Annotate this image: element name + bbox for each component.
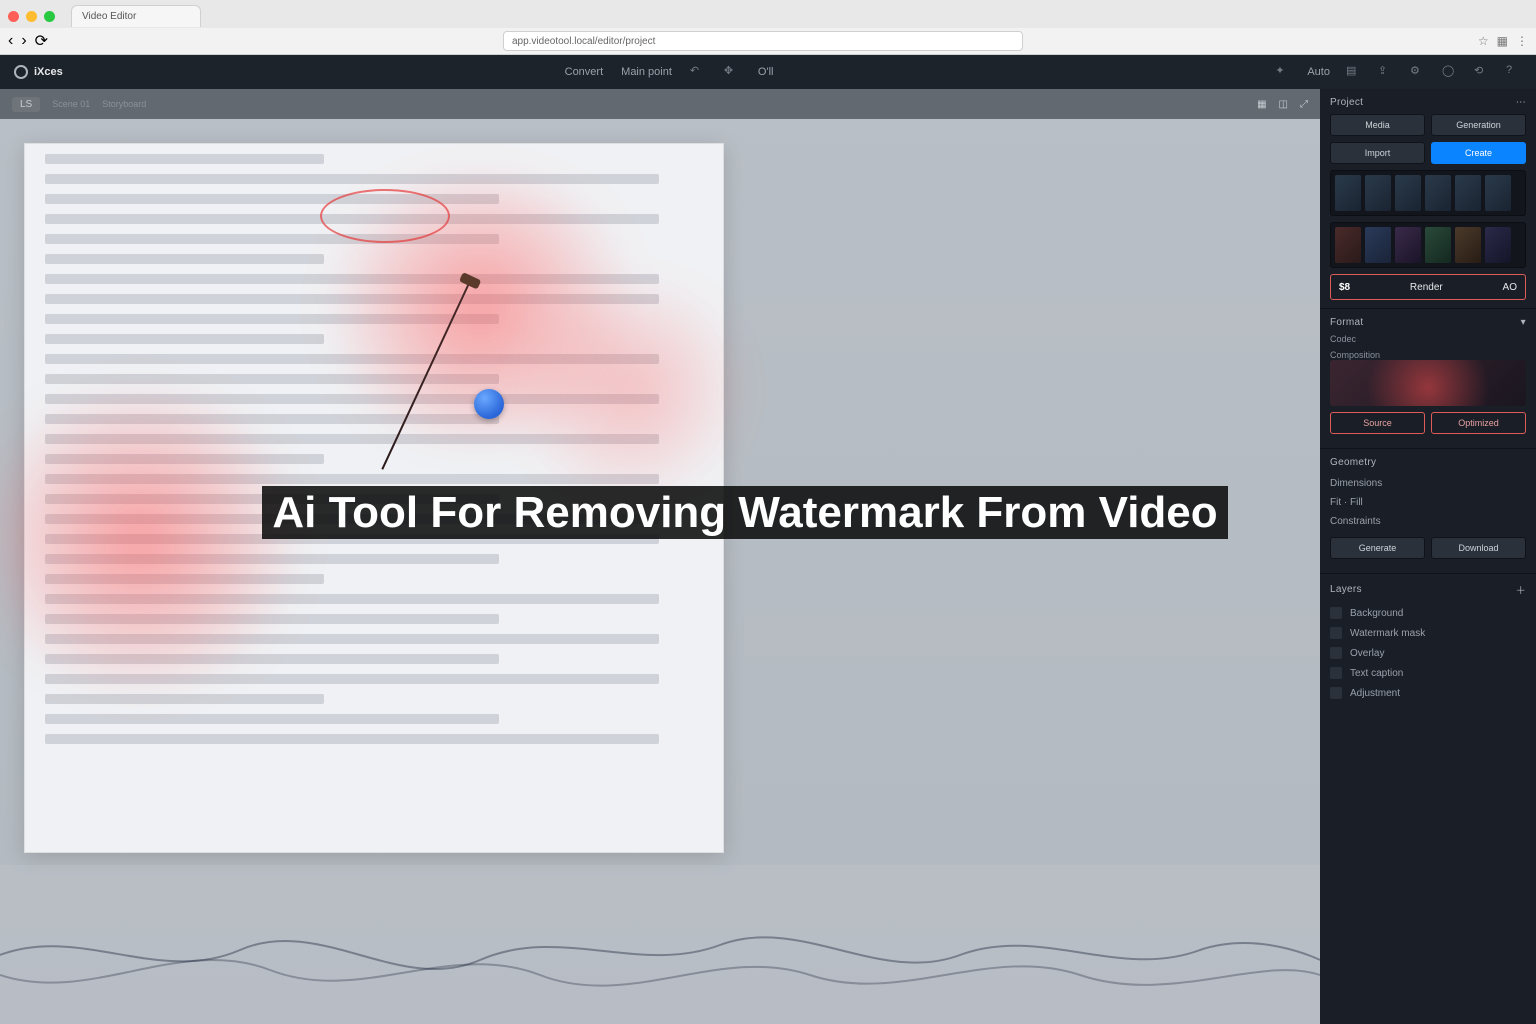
render-cost[interactable]: $8 Render AO xyxy=(1330,274,1526,300)
panel-project-title: Project xyxy=(1330,97,1363,108)
back-icon[interactable]: ‹ xyxy=(8,32,13,50)
render-cost-amount: $8 xyxy=(1339,282,1350,293)
address-text: app.videotool.local/editor/project xyxy=(512,36,655,47)
menu-icon[interactable]: ⋮ xyxy=(1516,34,1528,48)
render-cost-action: AO xyxy=(1503,282,1517,293)
browser-tab-title: Video Editor xyxy=(82,11,136,22)
layer-item[interactable]: Overlay xyxy=(1330,643,1526,663)
layer-item[interactable]: Adjustment xyxy=(1330,683,1526,703)
share-icon[interactable]: ⇪ xyxy=(1378,64,1394,80)
app-topbar: iXces Convert Main point ↶ ✥ O'll ✦ Auto… xyxy=(0,55,1536,89)
browser-toolbar: ‹ › ⟳ app.videotool.local/editor/project… xyxy=(0,28,1536,54)
create-button[interactable]: Create xyxy=(1431,142,1526,164)
panel-geometry: Geometry Dimensions Fit · Fill Constrain… xyxy=(1320,449,1536,574)
undo-icon[interactable]: ↶ xyxy=(690,64,706,80)
side-panel: Project ⋯ Media Generation Import Create xyxy=(1320,89,1536,1024)
panel-format: Format ▾ Codec Composition Source Optimi… xyxy=(1320,309,1536,449)
settings-icon[interactable]: ⚙ xyxy=(1410,64,1426,80)
panel-geometry-title: Geometry xyxy=(1330,457,1376,468)
tab-ls[interactable]: LS xyxy=(12,97,40,112)
breadcrumb-storyboard[interactable]: Storyboard xyxy=(102,99,146,109)
geometry-fit[interactable]: Fit · Fill xyxy=(1330,493,1526,512)
browser-tab[interactable]: Video Editor xyxy=(71,5,201,27)
clip-strip[interactable] xyxy=(1330,170,1526,216)
layer-item[interactable]: Watermark mask xyxy=(1330,623,1526,643)
app-logo[interactable]: iXces xyxy=(14,65,63,79)
bookmark-icon[interactable]: ☆ xyxy=(1478,34,1489,48)
close-window-icon[interactable] xyxy=(8,11,19,22)
app-name: iXces xyxy=(34,66,63,78)
panel-project: Project ⋯ Media Generation Import Create xyxy=(1320,89,1536,309)
annotation-ellipse xyxy=(320,189,450,243)
user-icon[interactable]: ◯ xyxy=(1442,64,1458,80)
panel-layers: Layers ＋ Background Watermark mask Overl… xyxy=(1320,574,1536,1024)
option-optimized[interactable]: Optimized xyxy=(1431,412,1526,434)
panel-menu-icon[interactable]: ⋯ xyxy=(1516,97,1526,108)
collapse-icon[interactable]: ▾ xyxy=(1521,317,1526,328)
minimize-window-icon[interactable] xyxy=(26,11,37,22)
waveform-icon xyxy=(0,865,1320,1024)
app-root: iXces Convert Main point ↶ ✥ O'll ✦ Auto… xyxy=(0,55,1536,1024)
layer-swatch-icon xyxy=(1330,667,1342,679)
layer-swatch-icon xyxy=(1330,647,1342,659)
layer-item[interactable]: Text caption xyxy=(1330,663,1526,683)
clip-strip[interactable] xyxy=(1330,222,1526,268)
layer-item[interactable]: Background xyxy=(1330,603,1526,623)
help-icon[interactable]: ? xyxy=(1506,64,1522,80)
option-source[interactable]: Source xyxy=(1330,412,1425,434)
editor-viewport[interactable]: LS Scene 01 Storyboard ▦ ◫ ⤢ xyxy=(0,89,1320,1024)
marker-sphere[interactable] xyxy=(474,389,504,419)
generate-button[interactable]: Generate xyxy=(1330,537,1425,559)
reload-icon[interactable]: ⟳ xyxy=(35,31,48,51)
panel-layers-title: Layers xyxy=(1330,584,1362,595)
timeline[interactable] xyxy=(0,865,1320,1024)
format-sub-composition: Composition xyxy=(1330,350,1526,360)
topbar-menu-auto[interactable]: Auto xyxy=(1307,66,1330,78)
preview-thumb[interactable] xyxy=(1330,360,1526,406)
layers-icon[interactable]: ▤ xyxy=(1346,64,1362,80)
browser-tab-strip: Video Editor xyxy=(0,0,1536,28)
refresh-icon[interactable]: ⟲ xyxy=(1474,64,1490,80)
layer-swatch-icon xyxy=(1330,607,1342,619)
browser-chrome: Video Editor ‹ › ⟳ app.videotool.local/e… xyxy=(0,0,1536,55)
layer-swatch-icon xyxy=(1330,687,1342,699)
address-bar[interactable]: app.videotool.local/editor/project xyxy=(503,31,1023,51)
app-body: LS Scene 01 Storyboard ▦ ◫ ⤢ xyxy=(0,89,1536,1024)
tab-media[interactable]: Media xyxy=(1330,114,1425,136)
window-controls[interactable] xyxy=(8,11,55,22)
document-sheet xyxy=(24,143,724,853)
topbar-status: O'll xyxy=(758,66,774,78)
expand-icon[interactable]: ⤢ xyxy=(1300,99,1308,110)
sparkle-icon[interactable]: ✦ xyxy=(1275,64,1291,80)
cursor-icon[interactable]: ✥ xyxy=(724,64,740,80)
topbar-menu-mainpoint[interactable]: Main point xyxy=(621,66,672,78)
breadcrumb-scene[interactable]: Scene 01 xyxy=(52,99,90,109)
geometry-constraints[interactable]: Constraints xyxy=(1330,512,1526,531)
panel-format-title: Format xyxy=(1330,317,1363,328)
viewport-toolbar: LS Scene 01 Storyboard ▦ ◫ ⤢ xyxy=(0,89,1320,119)
grid-icon[interactable]: ▦ xyxy=(1257,99,1266,110)
forward-icon[interactable]: › xyxy=(21,32,26,50)
layer-swatch-icon xyxy=(1330,627,1342,639)
download-button[interactable]: Download xyxy=(1431,537,1526,559)
crop-icon[interactable]: ◫ xyxy=(1279,99,1288,110)
add-layer-icon[interactable]: ＋ xyxy=(1516,582,1526,597)
tab-generation[interactable]: Generation xyxy=(1431,114,1526,136)
topbar-menu-convert[interactable]: Convert xyxy=(565,66,604,78)
maximize-window-icon[interactable] xyxy=(44,11,55,22)
render-cost-label: Render xyxy=(1410,282,1443,293)
import-button[interactable]: Import xyxy=(1330,142,1425,164)
logo-icon xyxy=(14,65,28,79)
geometry-dimensions[interactable]: Dimensions xyxy=(1330,474,1526,493)
extensions-icon[interactable]: ▦ xyxy=(1497,34,1508,48)
format-sub-codec: Codec xyxy=(1330,334,1526,344)
